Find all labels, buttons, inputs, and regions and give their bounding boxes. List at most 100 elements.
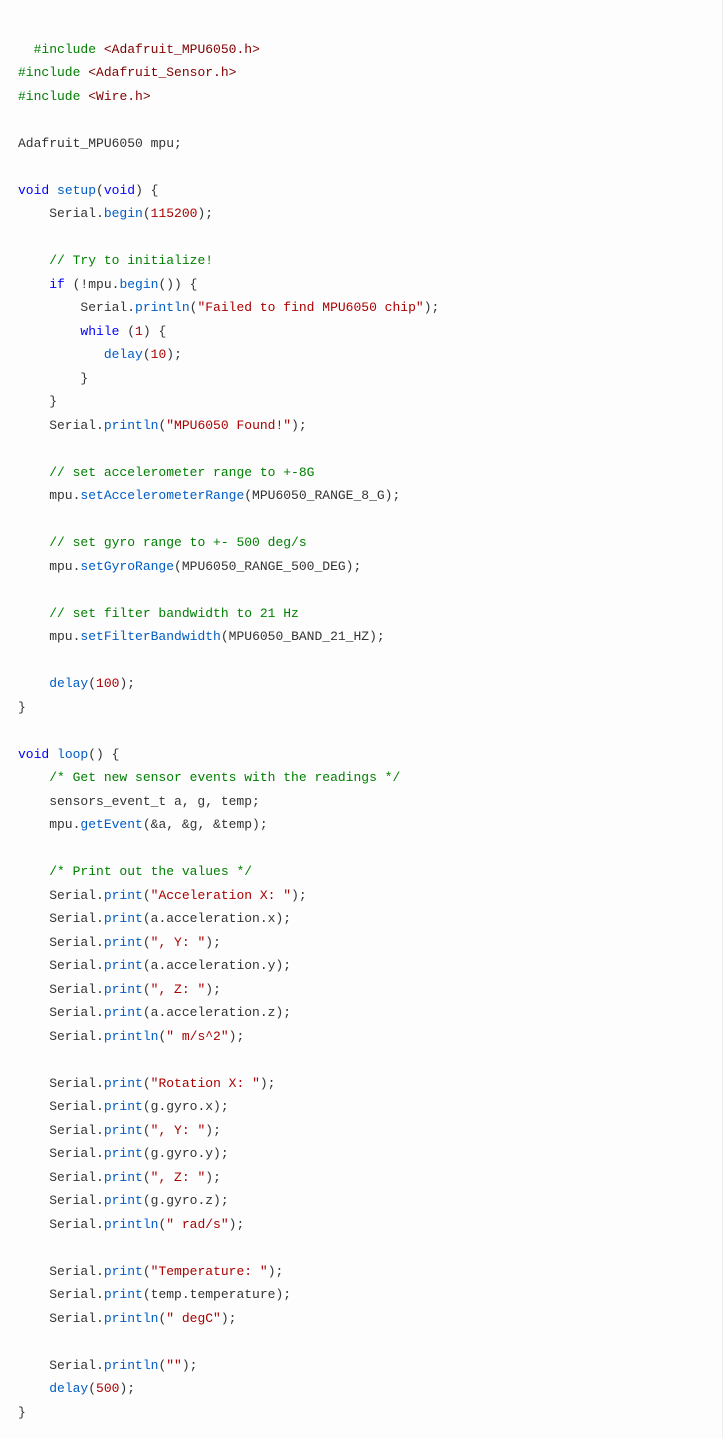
code-token: } [18, 371, 88, 386]
code-token: println [104, 1358, 159, 1373]
code-token: /* Print out the values */ [49, 864, 252, 879]
code-token: // set accelerometer range to +-8G [49, 465, 314, 480]
code-token: if [49, 277, 65, 292]
code-line: /* Get new sensor events with the readin… [18, 770, 400, 785]
code-token: print [104, 1287, 143, 1302]
code-token: ", Z: " [151, 1170, 206, 1185]
code-token [18, 347, 104, 362]
code-token: <Adafruit_Sensor.h> [88, 65, 236, 80]
code-token: (g.gyro.x); [143, 1099, 229, 1114]
code-line: Serial.begin(115200); [18, 206, 213, 221]
code-line: mpu.setFilterBandwidth(MPU6050_BAND_21_H… [18, 629, 385, 644]
code-line: } [18, 371, 88, 386]
code-token: 1 [135, 324, 143, 339]
code-line: Serial.print(", Y: "); [18, 1123, 221, 1138]
code-token: getEvent [80, 817, 142, 832]
code-token [18, 770, 49, 785]
code-line: Serial.print(", Y: "); [18, 935, 221, 950]
code-line: // set filter bandwidth to 21 Hz [18, 606, 299, 621]
code-line: Serial.print(g.gyro.x); [18, 1099, 229, 1114]
code-token: ( [143, 206, 151, 221]
code-line: // set accelerometer range to +-8G [18, 465, 314, 480]
code-token: // set gyro range to +- 500 deg/s [49, 535, 306, 550]
code-token: ); [182, 1358, 198, 1373]
code-token: ( [88, 676, 96, 691]
code-token: setFilterBandwidth [80, 629, 220, 644]
code-token: ( [119, 324, 135, 339]
code-token [18, 277, 49, 292]
code-token: Serial. [18, 1146, 104, 1161]
code-token: Serial. [18, 982, 104, 997]
code-token: ); [205, 1123, 221, 1138]
code-line: mpu.setGyroRange(MPU6050_RANGE_500_DEG); [18, 559, 361, 574]
code-token: print [104, 1076, 143, 1091]
code-line: Serial.print("Temperature: "); [18, 1264, 283, 1279]
code-token: ()) { [158, 277, 197, 292]
code-token: while [80, 324, 119, 339]
code-token: "" [166, 1358, 182, 1373]
code-line: } [18, 394, 57, 409]
code-content: #include <Adafruit_MPU6050.h> #include <… [18, 42, 439, 1420]
code-token [18, 864, 49, 879]
code-token: } [18, 700, 26, 715]
code-token: 10 [151, 347, 167, 362]
code-token: #include [34, 42, 96, 57]
code-token: Serial. [18, 300, 135, 315]
code-line: Serial.println(" degC"); [18, 1311, 236, 1326]
code-token: ", Y: " [151, 1123, 206, 1138]
code-token: ); [166, 347, 182, 362]
code-token: setup [57, 183, 96, 198]
code-line: /* Print out the values */ [18, 864, 252, 879]
code-token: println [104, 1217, 159, 1232]
code-line: Serial.print(g.gyro.z); [18, 1193, 229, 1208]
code-token: ); [229, 1217, 245, 1232]
code-token: ", Z: " [151, 982, 206, 997]
code-token: // set filter bandwidth to 21 Hz [49, 606, 299, 621]
code-token: Serial. [18, 1005, 104, 1020]
code-line: } [18, 700, 26, 715]
code-token: begin [104, 206, 143, 221]
code-token: <Wire.h> [88, 89, 150, 104]
code-token: Serial. [18, 1217, 104, 1232]
code-token: println [104, 418, 159, 433]
code-token: <Adafruit_MPU6050.h> [104, 42, 260, 57]
code-token: ); [205, 982, 221, 997]
code-token: ( [88, 1381, 96, 1396]
code-token: #include [18, 89, 80, 104]
code-line: Serial.println("MPU6050 Found!"); [18, 418, 307, 433]
code-token: Serial. [18, 1170, 104, 1185]
code-token: ); [268, 1264, 284, 1279]
code-token: (temp.temperature); [143, 1287, 291, 1302]
code-line: delay(10); [18, 347, 182, 362]
code-line: delay(500); [18, 1381, 135, 1396]
code-token: ( [143, 1076, 151, 1091]
code-token: mpu. [18, 817, 80, 832]
code-token [18, 676, 49, 691]
code-line: sensors_event_t a, g, temp; [18, 794, 260, 809]
code-line: Serial.println(" rad/s"); [18, 1217, 244, 1232]
code-token: ); [291, 888, 307, 903]
code-token: ( [143, 982, 151, 997]
code-line: Adafruit_MPU6050 mpu; [18, 136, 182, 151]
code-token: Serial. [18, 1029, 104, 1044]
code-line: mpu.setAccelerometerRange(MPU6050_RANGE_… [18, 488, 400, 503]
code-token: ( [143, 347, 151, 362]
code-token: print [104, 1123, 143, 1138]
code-token: "Failed to find MPU6050 chip" [197, 300, 423, 315]
code-token: ); [119, 1381, 135, 1396]
code-token: ); [229, 1029, 245, 1044]
code-token: "Temperature: " [151, 1264, 268, 1279]
code-token: ); [119, 676, 135, 691]
code-token: delay [49, 676, 88, 691]
code-token: ); [205, 1170, 221, 1185]
code-token: print [104, 911, 143, 926]
code-token: Adafruit_MPU6050 mpu; [18, 136, 182, 151]
code-token: ); [221, 1311, 237, 1326]
code-token: " degC" [166, 1311, 221, 1326]
code-token: ) { [143, 324, 166, 339]
code-token: print [104, 1170, 143, 1185]
code-token: print [104, 1099, 143, 1114]
code-token: Serial. [18, 1264, 104, 1279]
code-line: Serial.println(""); [18, 1358, 197, 1373]
code-token: println [104, 1029, 159, 1044]
